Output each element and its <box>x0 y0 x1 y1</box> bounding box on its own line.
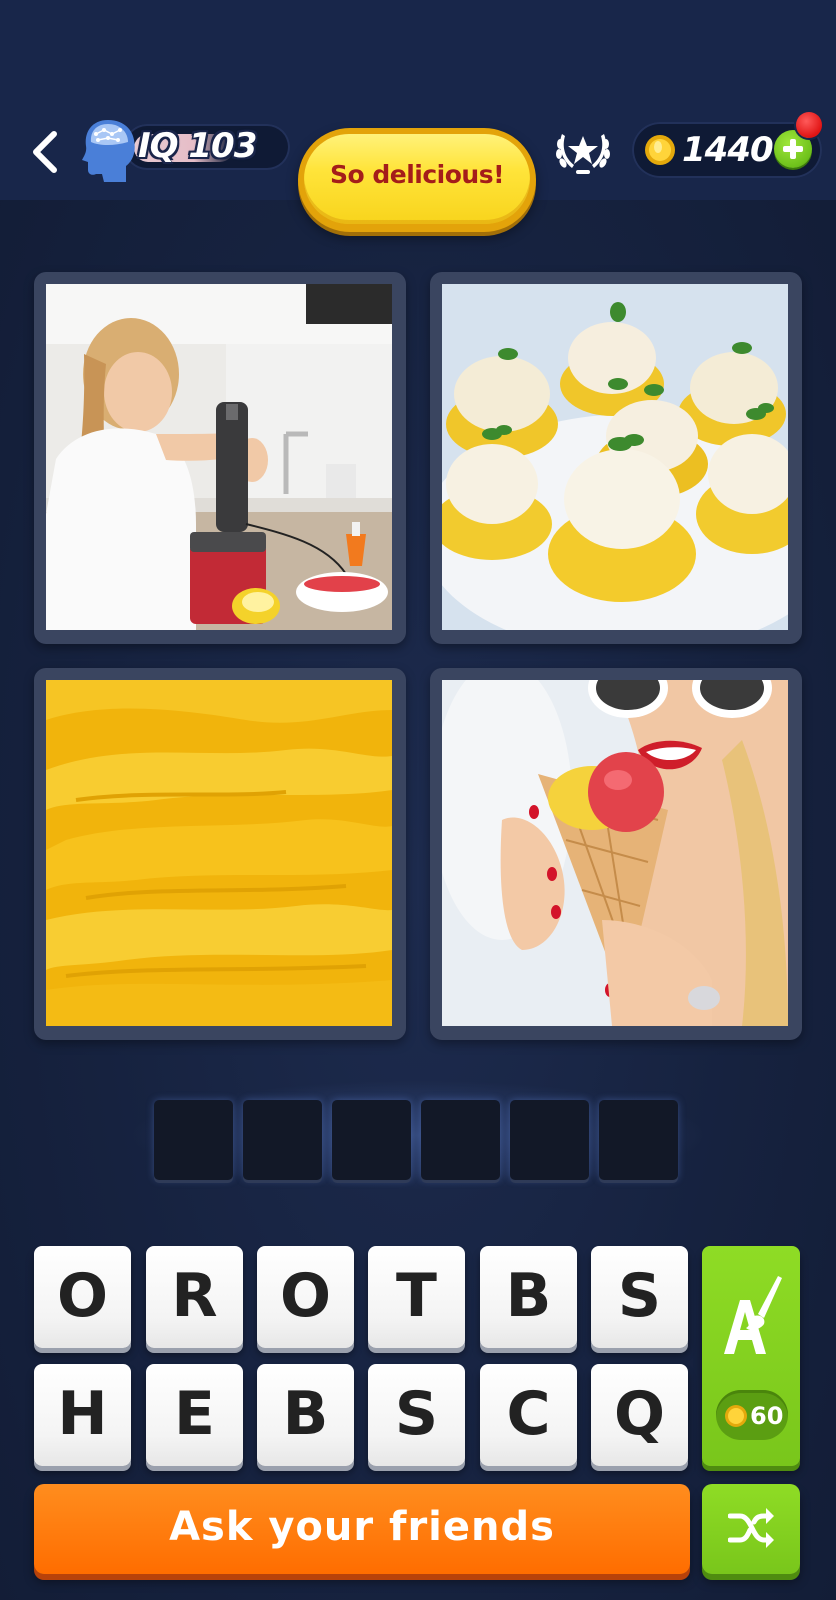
shuffle-icon <box>728 1508 774 1548</box>
letter-key[interactable]: E <box>146 1364 243 1466</box>
letter-key[interactable]: B <box>480 1246 577 1348</box>
letter-key[interactable]: Q <box>591 1364 688 1466</box>
picture-3[interactable] <box>34 668 406 1040</box>
letter-key[interactable]: O <box>34 1246 131 1348</box>
notification-dot <box>796 112 822 138</box>
iq-indicator[interactable]: IQ 103 <box>78 116 290 182</box>
picture-sorbet-texture <box>46 680 392 1026</box>
letter-key[interactable]: T <box>368 1246 465 1348</box>
picture-4[interactable] <box>430 668 802 1040</box>
answer-slot-3[interactable] <box>332 1100 411 1180</box>
letter-key[interactable]: C <box>480 1364 577 1466</box>
laurel-star-icon[interactable] <box>552 124 614 180</box>
letter-key[interactable]: B <box>257 1364 354 1466</box>
picture-1[interactable] <box>34 272 406 644</box>
level-title-badge: So delicious! <box>298 128 536 232</box>
reveal-letter-hint-button[interactable]: 60 <box>702 1246 800 1466</box>
answer-slot-5[interactable] <box>510 1100 589 1180</box>
letter-key[interactable]: H <box>34 1364 131 1466</box>
letter-paintbrush-icon <box>724 1276 782 1354</box>
brain-head-icon <box>82 120 135 182</box>
back-chevron-icon[interactable] <box>28 128 62 176</box>
picture-ice-cream-cone <box>442 680 788 1026</box>
letter-key[interactable]: S <box>591 1246 688 1348</box>
coin-icon <box>725 1405 747 1427</box>
coin-icon <box>645 135 675 165</box>
answer-slot-6[interactable] <box>599 1100 678 1180</box>
answer-slot-2[interactable] <box>243 1100 322 1180</box>
answer-slot-1[interactable] <box>154 1100 233 1180</box>
iq-value: IQ 103 <box>138 126 257 166</box>
letter-key[interactable]: S <box>368 1364 465 1466</box>
letter-key[interactable]: O <box>257 1246 354 1348</box>
level-title: So delicious! <box>329 160 505 189</box>
ask-friends-button[interactable]: Ask your friends <box>34 1484 690 1574</box>
ask-friends-label: Ask your friends <box>169 1504 555 1550</box>
letter-key[interactable]: R <box>146 1246 243 1348</box>
coin-balance: 1440 <box>632 122 822 178</box>
picture-girl-blender <box>46 284 392 630</box>
coin-count: 1440 <box>682 130 774 170</box>
picture-lemon-sorbet <box>442 284 788 630</box>
hint-cost-pill: 60 <box>716 1390 788 1440</box>
answer-slot-4[interactable] <box>421 1100 500 1180</box>
hint-cost: 60 <box>750 1402 784 1430</box>
shuffle-button[interactable] <box>702 1484 800 1574</box>
picture-2[interactable] <box>430 272 802 644</box>
